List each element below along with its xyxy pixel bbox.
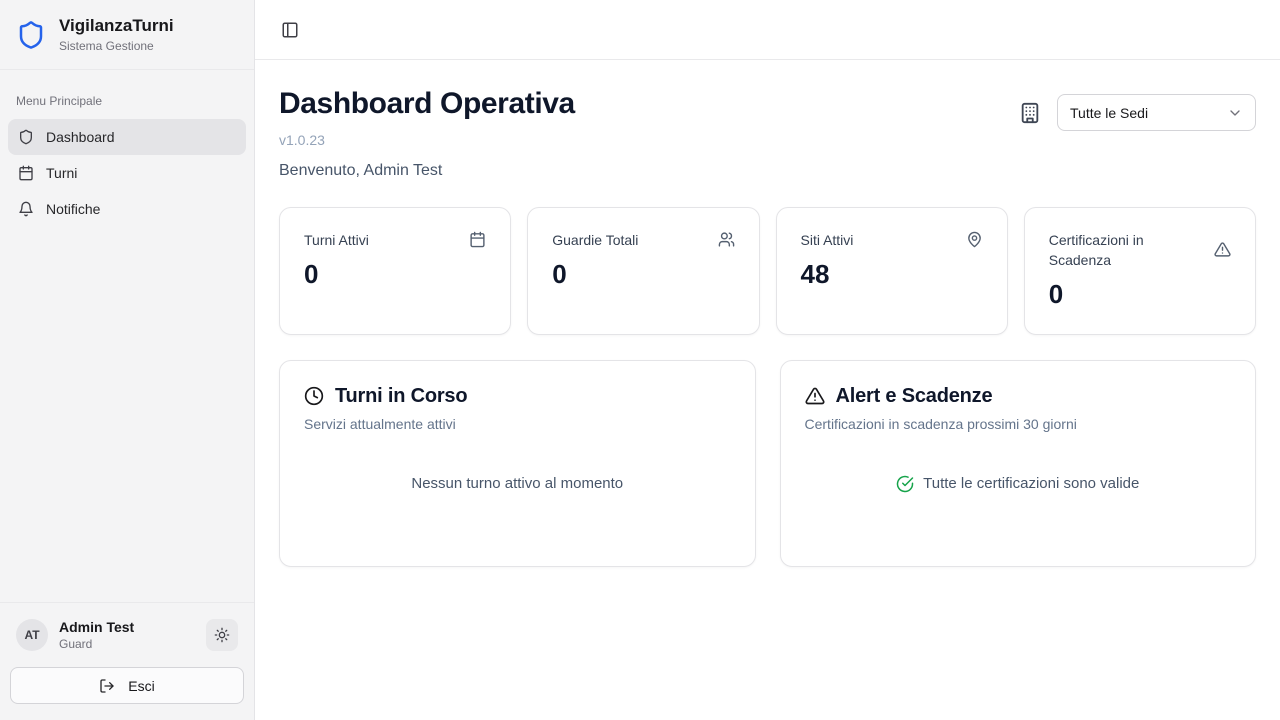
version-label: v1.0.23 [279, 132, 575, 148]
theme-toggle-button[interactable] [206, 619, 238, 651]
stat-card-certificazioni: Certificazioni in Scadenza 0 [1024, 207, 1256, 335]
page-content: Dashboard Operativa v1.0.23 Benvenuto, A… [255, 60, 1280, 720]
app-name: VigilanzaTurni [59, 16, 174, 36]
sidebar-item-label: Notifiche [46, 201, 100, 217]
stat-label: Certificazioni in Scadenza [1049, 230, 1179, 271]
logout-button[interactable]: Esci [10, 667, 244, 704]
sidebar-toggle-button[interactable] [279, 19, 301, 41]
user-info: Admin Test Guard [59, 619, 134, 651]
sidebar-spacer [0, 235, 254, 602]
panels-grid: Turni in Corso Servizi attualmente attiv… [279, 360, 1256, 567]
calendar-icon [18, 165, 34, 181]
empty-state-text: Tutte le certificazioni sono valide [923, 475, 1139, 492]
site-filter-select[interactable]: Tutte le Sedi [1057, 94, 1256, 131]
empty-state-text: Nessun turno attivo al momento [411, 475, 623, 492]
stat-label: Guardie Totali [552, 230, 638, 250]
sun-icon [214, 627, 230, 643]
bell-icon [18, 201, 34, 217]
topbar [255, 0, 1280, 60]
logout-label: Esci [128, 678, 154, 694]
stat-head: Certificazioni in Scadenza [1049, 230, 1231, 271]
page-title: Dashboard Operativa [279, 87, 575, 122]
stat-card-turni-attivi: Turni Attivi 0 [279, 207, 511, 335]
sidebar-item-label: Turni [46, 165, 77, 181]
sidebar-item-label: Dashboard [46, 129, 115, 145]
stat-value: 0 [304, 259, 486, 290]
stat-card-guardie-totali: Guardie Totali 0 [527, 207, 759, 335]
alert-triangle-icon [805, 386, 825, 406]
stat-head: Siti Attivi [801, 230, 983, 250]
main-area: Dashboard Operativa v1.0.23 Benvenuto, A… [255, 0, 1280, 720]
stat-value: 0 [1049, 279, 1231, 310]
panel-subtitle: Servizi attualmente attivi [304, 416, 731, 432]
avatar: AT [16, 619, 48, 651]
sidebar-item-notifiche[interactable]: Notifiche [8, 191, 246, 227]
users-icon [718, 231, 735, 248]
panel-turni-in-corso: Turni in Corso Servizi attualmente attiv… [279, 360, 756, 567]
header-controls: Tutte le Sedi [1019, 94, 1256, 131]
sidebar-item-dashboard[interactable]: Dashboard [8, 119, 246, 155]
panel-empty-state: Nessun turno attivo al momento [304, 432, 731, 542]
stat-value: 48 [801, 259, 983, 290]
app-subtitle: Sistema Gestione [59, 39, 174, 53]
panel-alert-scadenze: Alert e Scadenze Certificazioni in scade… [780, 360, 1257, 567]
chevron-down-icon [1227, 105, 1243, 121]
panel-left-icon [281, 21, 299, 39]
welcome-text: Benvenuto, Admin Test [279, 162, 575, 180]
panel-title-row: Alert e Scadenze [805, 385, 1232, 408]
stat-label: Siti Attivi [801, 230, 854, 250]
stat-card-siti-attivi: Siti Attivi 48 [776, 207, 1008, 335]
log-out-icon [99, 678, 115, 694]
page-header: Dashboard Operativa v1.0.23 Benvenuto, A… [279, 87, 1256, 180]
app-logo-header: VigilanzaTurni Sistema Gestione [0, 0, 254, 70]
app-title-block: VigilanzaTurni Sistema Gestione [59, 16, 174, 53]
user-name: Admin Test [59, 619, 134, 637]
panel-empty-state: Tutte le certificazioni sono valide [805, 432, 1232, 542]
panel-title: Alert e Scadenze [836, 385, 993, 408]
main-nav: Menu Principale Dashboard Turni [0, 70, 254, 235]
map-pin-icon [966, 231, 983, 248]
panel-title: Turni in Corso [335, 385, 467, 408]
calendar-icon [469, 231, 486, 248]
check-circle-icon [896, 475, 914, 493]
shield-icon [18, 129, 34, 145]
site-filter-value: Tutte le Sedi [1070, 105, 1148, 121]
stat-head: Guardie Totali [552, 230, 734, 250]
sidebar-item-turni[interactable]: Turni [8, 155, 246, 191]
page-header-left: Dashboard Operativa v1.0.23 Benvenuto, A… [279, 87, 575, 180]
stats-grid: Turni Attivi 0 Guardie Totali [279, 207, 1256, 335]
sidebar: VigilanzaTurni Sistema Gestione Menu Pri… [0, 0, 255, 720]
sidebar-footer: AT Admin Test Guard Esci [0, 602, 254, 720]
shield-logo-icon [16, 20, 46, 50]
panel-title-row: Turni in Corso [304, 385, 731, 408]
nav-section-label: Menu Principale [8, 78, 246, 119]
clock-icon [304, 386, 324, 406]
stat-value: 0 [552, 259, 734, 290]
alert-triangle-icon [1214, 241, 1231, 258]
building-icon [1019, 102, 1041, 124]
user-role: Guard [59, 637, 134, 651]
user-row: AT Admin Test Guard [10, 615, 244, 667]
stat-label: Turni Attivi [304, 230, 369, 250]
panel-subtitle: Certificazioni in scadenza prossimi 30 g… [805, 416, 1232, 432]
stat-head: Turni Attivi [304, 230, 486, 250]
